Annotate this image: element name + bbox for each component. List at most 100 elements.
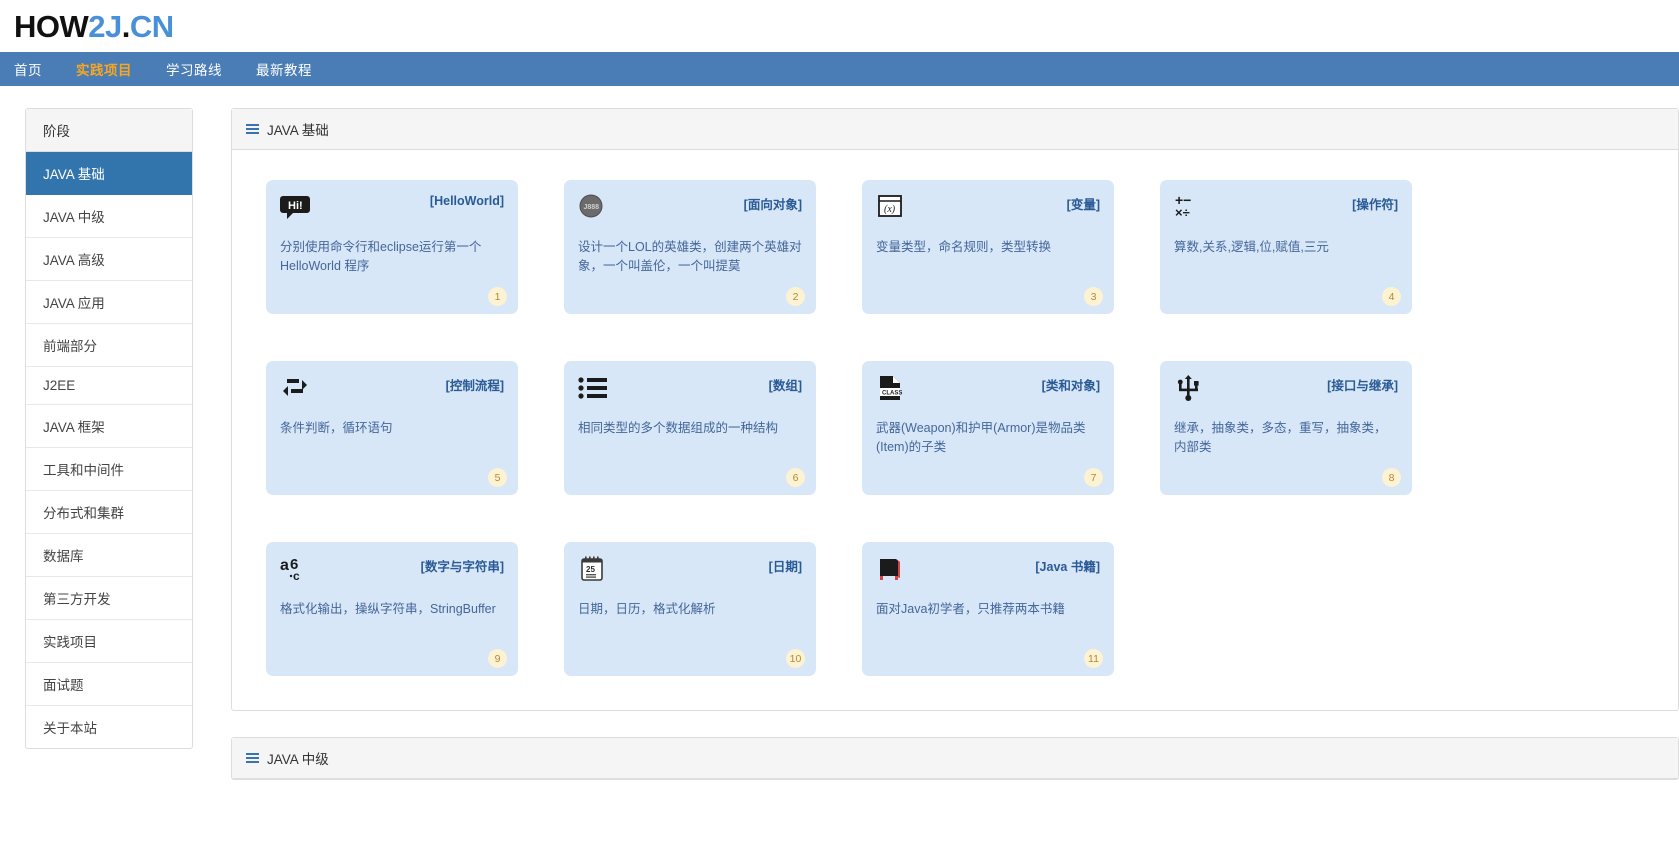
card-row: Hi! [HelloWorld] 分别使用命令行和eclipse运行第一个 He…	[266, 180, 1644, 314]
math-operators-icon: +− ×÷	[1174, 192, 1204, 222]
sidebar-item-java-framework[interactable]: JAVA 框架	[26, 405, 192, 448]
class-file-icon: CLASS	[876, 373, 906, 403]
list-icon	[246, 752, 259, 765]
card-number-badge: 7	[1084, 468, 1103, 487]
card-number-badge: 4	[1382, 287, 1401, 306]
course-card-java-books[interactable]: [Java 书籍] 面对Java初学者，只推荐两本书籍 11	[862, 542, 1114, 676]
card-title: [面向对象]	[743, 198, 802, 212]
panel-header-java-intermediate: JAVA 中级	[232, 738, 1678, 779]
stage-sidebar: 阶段 JAVA 基础 JAVA 中级 JAVA 高级 JAVA 应用 前端部分 …	[25, 108, 193, 749]
logo-text-cn: CN	[129, 8, 174, 44]
card-row: [控制流程] 条件判断，循环语句 5 [数组] 相同类型的多个数据组成的一种结构…	[266, 361, 1644, 495]
panel-title: JAVA 基础	[267, 123, 329, 138]
course-card-control-flow[interactable]: [控制流程] 条件判断，循环语句 5	[266, 361, 518, 495]
card-number-badge: 11	[1084, 649, 1103, 668]
svg-text:Hi!: Hi!	[288, 200, 303, 212]
logo-bar: HOW2J.CN	[0, 0, 1679, 52]
logo-text-2j: 2J	[88, 8, 122, 44]
sidebar-item-tools-middleware[interactable]: 工具和中间件	[26, 448, 192, 491]
card-description: 相同类型的多个数据组成的一种结构	[578, 421, 779, 435]
sidebar-item-java-basics[interactable]: JAVA 基础	[26, 152, 192, 195]
sidebar-item-practice-projects[interactable]: 实践项目	[26, 620, 192, 663]
loop-arrows-icon	[280, 373, 310, 403]
card-title: [数字与字符串]	[420, 560, 504, 574]
bullet-list-icon	[578, 373, 608, 403]
panel-java-basics: JAVA 基础 Hi! [HelloWorld] 分别使用命令行和eclipse…	[231, 108, 1679, 711]
card-description: 面对Java初学者，只推荐两本书籍	[876, 602, 1065, 616]
card-number-badge: 3	[1084, 287, 1103, 306]
card-number-badge: 5	[488, 468, 507, 487]
site-logo[interactable]: HOW2J.CN	[14, 11, 174, 42]
logo-text-dot: .	[121, 8, 131, 44]
card-description: 日期，日历，格式化解析	[578, 602, 716, 616]
card-top: Hi! [HelloWorld]	[280, 192, 504, 230]
course-card-operators[interactable]: +− ×÷ [操作符] 算数,关系,逻辑,位,赋值,三元 4	[1160, 180, 1412, 314]
sidebar-header: 阶段	[26, 109, 192, 152]
card-top: [控制流程]	[280, 373, 504, 411]
object-circle-icon: J888	[578, 192, 608, 222]
card-description: 变量类型，命名规则，类型转换	[876, 240, 1052, 254]
course-card-helloworld[interactable]: Hi! [HelloWorld] 分别使用命令行和eclipse运行第一个 He…	[266, 180, 518, 314]
nav-item-roadmap[interactable]: 学习路线	[166, 59, 222, 79]
card-title: [控制流程]	[445, 379, 504, 393]
card-title: [Java 书籍]	[1035, 560, 1100, 574]
sidebar-item-java-advanced[interactable]: JAVA 高级	[26, 238, 192, 281]
card-title: [操作符]	[1352, 198, 1398, 212]
card-top: +− ×÷ [操作符]	[1174, 192, 1398, 230]
card-number-badge: 1	[488, 287, 507, 306]
svg-text:a: a	[280, 557, 289, 574]
nav-item-home[interactable]: 首页	[14, 59, 42, 79]
card-title: [HelloWorld]	[429, 194, 504, 208]
card-top: J888 [面向对象]	[578, 192, 802, 230]
sidebar-item-frontend[interactable]: 前端部分	[26, 324, 192, 367]
card-top: [数组]	[578, 373, 802, 411]
card-top: a 6 c [数字与字符串]	[280, 554, 504, 592]
sidebar-item-third-party[interactable]: 第三方开发	[26, 577, 192, 620]
nav-item-projects[interactable]: 实践项目	[76, 59, 132, 79]
course-card-array[interactable]: [数组] 相同类型的多个数据组成的一种结构 6	[564, 361, 816, 495]
card-description: 格式化输出，操纵字符串，StringBuffer	[280, 602, 496, 616]
sidebar-item-database[interactable]: 数据库	[26, 534, 192, 577]
panel-header-java-basics: JAVA 基础	[232, 109, 1678, 150]
main-navbar: 首页 实践项目 学习路线 最新教程	[0, 52, 1679, 86]
card-number-badge: 2	[786, 287, 805, 306]
svg-text:×÷: ×÷	[1175, 205, 1190, 220]
card-title: [变量]	[1066, 198, 1100, 212]
main-content: JAVA 基础 Hi! [HelloWorld] 分别使用命令行和eclipse…	[231, 108, 1679, 806]
card-top: CLASS [类和对象]	[876, 373, 1100, 411]
course-card-date[interactable]: 25 [日期] 日期，日历，格式化解析 10	[564, 542, 816, 676]
course-card-class-object[interactable]: CLASS [类和对象] 武器(Weapon)和护甲(Armor)是物品类(It…	[862, 361, 1114, 495]
card-number-badge: 6	[786, 468, 805, 487]
course-card-variables[interactable]: (x) [变量] 变量类型，命名规则，类型转换 3	[862, 180, 1114, 314]
card-description: 武器(Weapon)和护甲(Armor)是物品类(Item)的子类	[876, 421, 1086, 455]
sidebar-item-java-application[interactable]: JAVA 应用	[26, 281, 192, 324]
card-top: (x) [变量]	[876, 192, 1100, 230]
course-card-numbers-strings[interactable]: a 6 c [数字与字符串] 格式化输出，操纵字符串，StringBuffer …	[266, 542, 518, 676]
svg-text:25: 25	[586, 565, 595, 574]
abc-letters-icon: a 6 c	[280, 554, 310, 584]
card-description: 分别使用命令行和eclipse运行第一个 HelloWorld 程序	[280, 240, 482, 274]
nav-item-tutorials[interactable]: 最新教程	[256, 59, 312, 79]
book-icon	[876, 554, 906, 584]
sidebar-item-about[interactable]: 关于本站	[26, 706, 192, 748]
panel-body-java-basics: Hi! [HelloWorld] 分别使用命令行和eclipse运行第一个 He…	[232, 150, 1678, 710]
card-description: 算数,关系,逻辑,位,赋值,三元	[1174, 240, 1329, 254]
card-row: a 6 c [数字与字符串] 格式化输出，操纵字符串，StringBuffer …	[266, 542, 1644, 676]
course-card-interface-inheritance[interactable]: [接口与继承] 继承，抽象类，多态，重写，抽象类，内部类 8	[1160, 361, 1412, 495]
sidebar-item-java-intermediate[interactable]: JAVA 中级	[26, 195, 192, 238]
card-title: [接口与继承]	[1327, 379, 1398, 393]
card-title: [类和对象]	[1041, 379, 1100, 393]
page-body: 阶段 JAVA 基础 JAVA 中级 JAVA 高级 JAVA 应用 前端部分 …	[0, 86, 1679, 845]
calendar-icon: 25	[578, 554, 608, 584]
card-description: 设计一个LOL的英雄类，创建两个英雄对象，一个叫盖伦，一个叫提莫	[578, 240, 802, 274]
variable-box-icon: (x)	[876, 192, 906, 222]
inheritance-trident-icon	[1174, 373, 1204, 403]
card-number-badge: 9	[488, 649, 507, 668]
course-card-oop[interactable]: J888 [面向对象] 设计一个LOL的英雄类，创建两个英雄对象，一个叫盖伦，一…	[564, 180, 816, 314]
sidebar-item-interview[interactable]: 面试题	[26, 663, 192, 706]
list-icon	[246, 123, 259, 136]
sidebar-item-j2ee[interactable]: J2EE	[26, 367, 192, 405]
card-top: [接口与继承]	[1174, 373, 1398, 411]
sidebar-item-distributed[interactable]: 分布式和集群	[26, 491, 192, 534]
card-title: [数组]	[768, 379, 802, 393]
